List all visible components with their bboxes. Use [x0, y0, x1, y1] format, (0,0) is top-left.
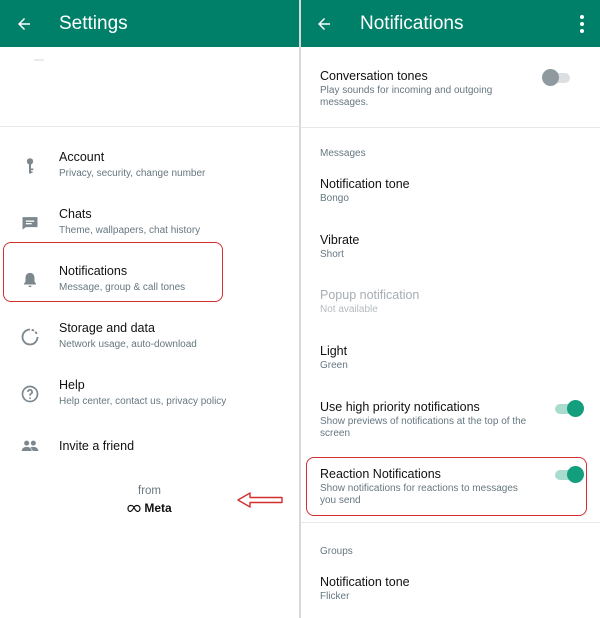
back-arrow-icon[interactable] — [12, 12, 36, 36]
storage-icon — [19, 326, 41, 348]
reaction-notifications-toggle[interactable] — [555, 465, 584, 485]
menu-item-account[interactable]: Account Privacy, security, change number — [0, 143, 299, 193]
setting-value: Green — [320, 360, 348, 371]
setting-description: Play sounds for incoming and outgoing me… — [320, 85, 493, 108]
divider — [301, 127, 600, 128]
page-title: Settings — [59, 13, 128, 34]
setting-value: Short — [320, 249, 344, 260]
meta-text: Meta — [144, 501, 172, 515]
setting-title: Notification tone — [320, 575, 410, 589]
setting-value: Bongo — [320, 193, 349, 204]
people-icon — [19, 435, 41, 457]
divider — [301, 522, 600, 523]
conversation-tones-toggle[interactable] — [542, 68, 570, 88]
chat-icon — [19, 212, 41, 234]
annotation-arrow-icon — [237, 492, 283, 508]
setting-value: Not available — [320, 304, 378, 315]
menu-item-invite[interactable]: Invite a friend — [0, 423, 299, 473]
menu-item-subtitle: Message, group & call tones — [59, 282, 186, 293]
menu-item-help[interactable]: Help Help center, contact us, privacy po… — [0, 371, 299, 421]
bell-icon — [19, 269, 41, 291]
setting-description: Show notifications for reactions to mess… — [320, 483, 518, 506]
vibrate-row[interactable]: Vibrate Short — [301, 224, 600, 270]
reaction-notifications-row[interactable]: Reaction Notifications Show notification… — [301, 458, 600, 512]
settings-appbar: Settings — [0, 0, 299, 47]
setting-title: Reaction Notifications — [320, 467, 441, 481]
menu-item-label: Account — [59, 150, 105, 164]
setting-value: Flicker — [320, 591, 350, 602]
notification-tone-row[interactable]: Notification tone Bongo — [301, 168, 600, 214]
setting-title: Use high priority notifications — [320, 400, 480, 414]
back-arrow-icon[interactable] — [312, 12, 336, 36]
menu-item-subtitle: Theme, wallpapers, chat history — [59, 225, 201, 236]
menu-item-storage[interactable]: Storage and data Network usage, auto-dow… — [0, 314, 299, 364]
menu-item-label: Notifications — [59, 264, 128, 278]
notifications-appbar: Notifications — [301, 0, 600, 47]
popup-notification-row: Popup notification Not available — [301, 279, 600, 325]
conversation-tones-row[interactable]: Conversation tones Play sounds for incom… — [301, 58, 600, 120]
menu-item-label: Chats — [59, 207, 92, 221]
setting-title: Conversation tones — [320, 69, 428, 83]
group-notification-tone-row[interactable]: Notification tone Flicker — [301, 566, 600, 612]
setting-title: Light — [320, 344, 348, 358]
setting-title: Vibrate — [320, 233, 360, 247]
high-priority-row[interactable]: Use high priority notifications Show pre… — [301, 391, 600, 447]
menu-item-notifications[interactable]: Notifications Message, group & call tone… — [0, 257, 299, 307]
menu-item-label: Help — [59, 378, 85, 392]
setting-title: Notification tone — [320, 177, 410, 191]
section-header-messages: Messages — [320, 148, 366, 159]
menu-item-subtitle: Network usage, auto-download — [59, 339, 197, 350]
high-priority-toggle[interactable] — [555, 399, 584, 419]
key-icon — [19, 155, 41, 177]
menu-item-subtitle: Privacy, security, change number — [59, 168, 206, 179]
menu-item-label: Invite a friend — [59, 439, 135, 453]
section-header-groups: Groups — [320, 546, 353, 557]
light-row[interactable]: Light Green — [301, 335, 600, 381]
profile-section[interactable] — [0, 47, 299, 127]
menu-item-chats[interactable]: Chats Theme, wallpapers, chat history — [0, 200, 299, 250]
setting-description: Show previews of notifications at the to… — [320, 416, 527, 439]
settings-screen: Settings Account Privacy, security, chan… — [0, 0, 299, 618]
menu-item-label: Storage and data — [59, 321, 155, 335]
setting-title: Popup notification — [320, 288, 420, 302]
meta-infinity-icon — [127, 504, 141, 512]
notifications-screen: Notifications Conversation tones Play so… — [301, 0, 600, 618]
more-options-icon[interactable] — [576, 12, 588, 36]
menu-item-subtitle: Help center, contact us, privacy policy — [59, 396, 227, 407]
page-title: Notifications — [360, 13, 464, 34]
help-icon — [19, 383, 41, 405]
profile-placeholder — [34, 59, 44, 61]
